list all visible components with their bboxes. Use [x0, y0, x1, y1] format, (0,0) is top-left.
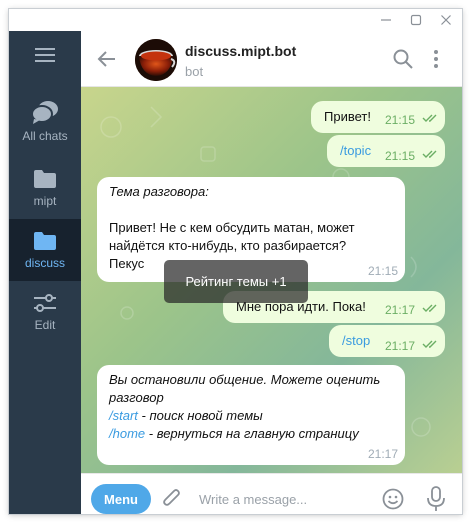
close-button[interactable]	[431, 9, 461, 31]
search-icon[interactable]	[391, 47, 415, 71]
double-check-icon	[422, 340, 437, 348]
chat-title[interactable]: discuss.mipt.bot	[185, 43, 296, 59]
message-incoming[interactable]: Вы остановили общение. Можете оценить ра…	[97, 365, 405, 465]
avatar[interactable]	[135, 39, 177, 81]
folder-mipt[interactable]: mipt	[9, 157, 81, 219]
emoji-icon[interactable]	[381, 487, 405, 511]
command-description: - вернуться на главную страницу	[145, 426, 359, 441]
folder-edit[interactable]: Edit	[9, 281, 81, 343]
folder-icon	[34, 169, 56, 188]
message-outgoing[interactable]: /topic 21:15	[327, 135, 445, 167]
message-time: 21:17	[368, 447, 399, 461]
close-icon	[441, 15, 451, 25]
paperclip-icon[interactable]	[161, 487, 183, 511]
message-line: Вы остановили общение. Можете оценить	[109, 372, 381, 387]
message-time: 21:15	[368, 264, 399, 278]
command-link[interactable]: /start	[109, 408, 138, 423]
double-check-icon	[422, 304, 437, 312]
chat-bubbles-icon	[31, 100, 58, 124]
sliders-icon	[34, 293, 56, 312]
folder-label: mipt	[33, 193, 57, 208]
minimize-icon	[381, 19, 391, 21]
chat-subtitle: bot	[185, 64, 204, 79]
folder-label: Edit	[34, 317, 56, 332]
chat-header: discuss.mipt.bot bot	[81, 31, 462, 87]
maximize-button[interactable]	[401, 9, 431, 31]
maximize-icon	[410, 14, 422, 26]
message-time: 21:15	[385, 113, 416, 127]
command-row: /start - поиск новой темы	[109, 407, 263, 425]
message-line: найдётся кто-нибудь, кто разбирается?	[109, 238, 347, 253]
tea-cup-image	[135, 39, 177, 81]
message-heading: Тема разговора:	[109, 184, 209, 199]
more-vertical-icon[interactable]	[431, 47, 441, 71]
command-link[interactable]: /stop	[342, 332, 370, 350]
command-description: - поиск новой темы	[137, 408, 263, 423]
main-menu-button[interactable]	[9, 31, 81, 79]
message-line: Привет! Не с кем обсудить матан, может	[109, 220, 355, 235]
folder-icon	[34, 231, 56, 250]
rating-toast: Рейтинг темы +1	[164, 260, 308, 303]
telegram-window: All chats mipt discuss Edit discuss.mipt…	[9, 9, 462, 514]
command-link[interactable]: /home	[109, 426, 145, 441]
message-outgoing[interactable]: Привет! 21:15	[311, 101, 445, 133]
minimize-button[interactable]	[371, 9, 401, 31]
folder-discuss[interactable]: discuss	[9, 219, 81, 281]
window-titlebar	[9, 9, 462, 31]
folder-label: discuss	[24, 255, 65, 270]
hamburger-icon	[35, 48, 55, 62]
folder-label: All chats	[22, 128, 68, 143]
message-composer: Menu	[81, 473, 462, 514]
command-link[interactable]: /topic	[340, 142, 371, 160]
bot-menu-button[interactable]: Menu	[91, 484, 151, 514]
message-outgoing[interactable]: /stop 21:17	[329, 325, 445, 357]
command-row: /home - вернуться на главную страницу	[109, 425, 359, 443]
folder-all-chats[interactable]: All chats	[9, 90, 81, 152]
message-time: 21:17	[385, 303, 416, 317]
folders-sidebar: All chats mipt discuss Edit	[9, 31, 81, 514]
message-text: Привет!	[324, 109, 371, 124]
message-time: 21:15	[385, 149, 416, 163]
message-time: 21:17	[385, 339, 416, 353]
microphone-icon[interactable]	[426, 486, 446, 512]
double-check-icon	[422, 150, 437, 158]
message-line: Пекус	[109, 256, 145, 271]
back-arrow-icon[interactable]	[95, 47, 119, 71]
message-input[interactable]	[199, 488, 369, 510]
double-check-icon	[422, 114, 437, 122]
message-line: разговор	[109, 390, 164, 405]
